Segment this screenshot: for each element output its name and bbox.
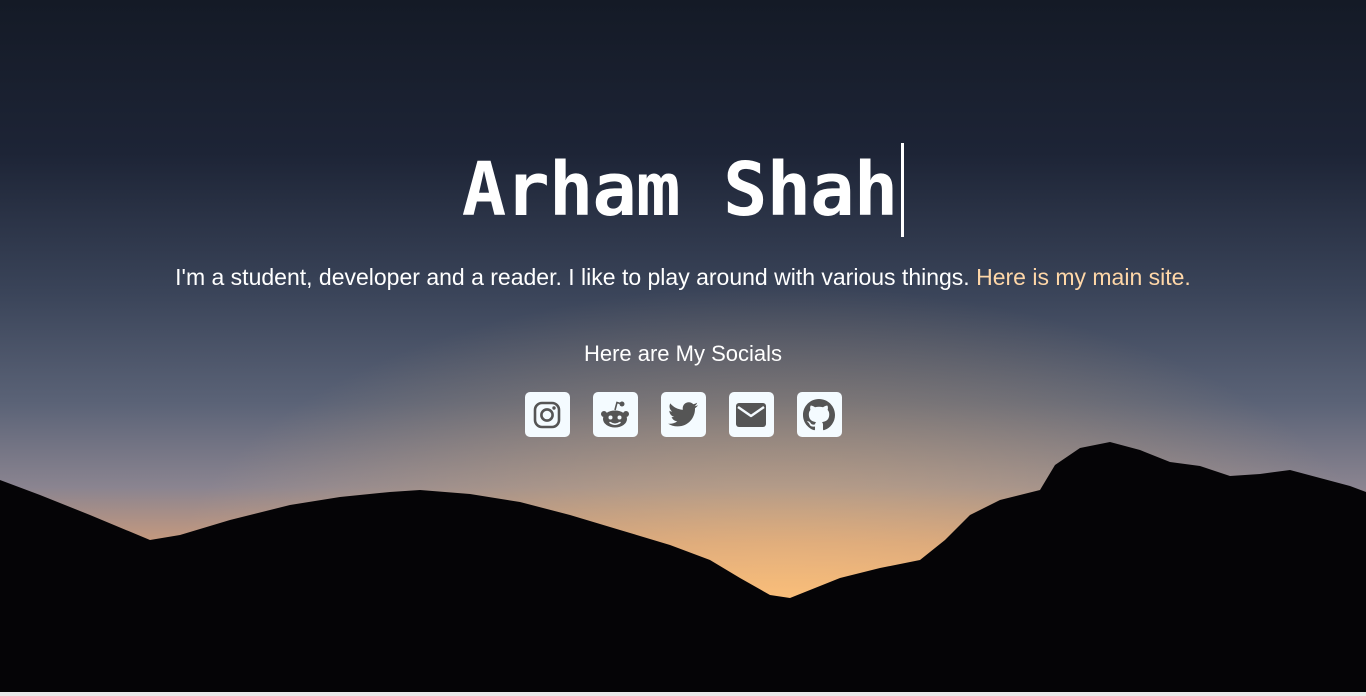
page-title: Arham Shah xyxy=(461,147,899,233)
main-site-link[interactable]: Here is my main site. xyxy=(976,264,1191,290)
instagram-icon xyxy=(533,401,561,428)
socials-heading: Here are My Socials xyxy=(583,341,783,366)
reddit-button[interactable] xyxy=(592,392,638,437)
tagline-text: I'm a student, developer and a reader. I… xyxy=(175,264,970,290)
tagline: I'm a student, developer and a reader. I… xyxy=(0,262,1366,292)
hero-section: Arham Shah I'm a student, developer and … xyxy=(0,0,1366,696)
twitter-button[interactable] xyxy=(660,392,706,437)
twitter-icon xyxy=(668,401,699,426)
bottom-divider xyxy=(0,692,1366,696)
github-button[interactable] xyxy=(796,392,842,437)
title-wrapper: Arham Shah xyxy=(0,143,1366,237)
email-button[interactable] xyxy=(728,392,774,437)
socials-list xyxy=(0,392,1366,437)
reddit-icon xyxy=(601,400,629,427)
typing-cursor xyxy=(901,143,905,237)
instagram-button[interactable] xyxy=(524,392,570,437)
github-icon xyxy=(803,398,835,430)
envelope-icon xyxy=(736,402,766,427)
